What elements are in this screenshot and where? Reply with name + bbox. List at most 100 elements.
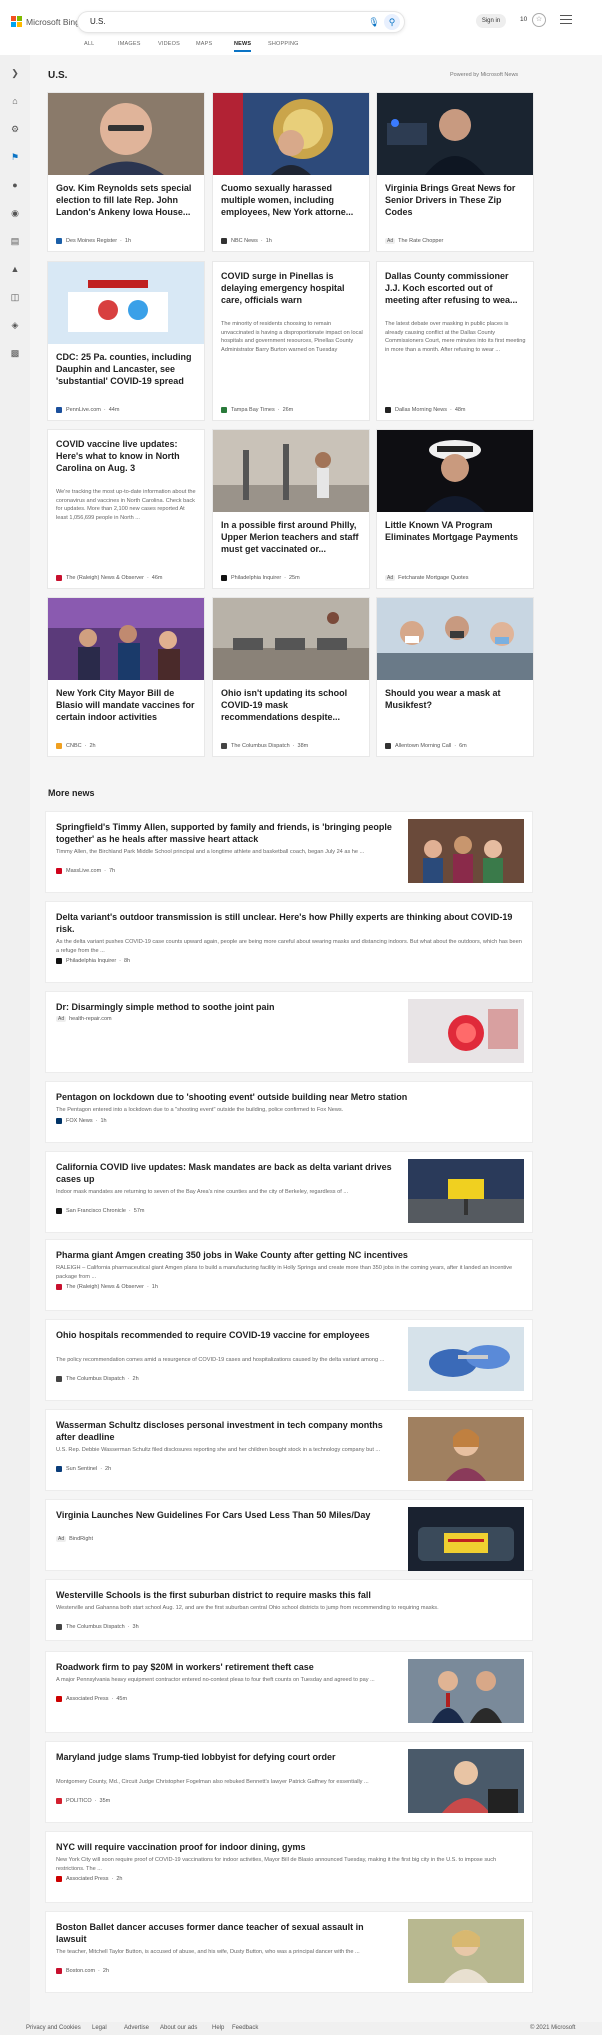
science-icon[interactable]: ▲ — [9, 263, 21, 275]
card-title[interactable]: Gov. Kim Reynolds sets special election … — [56, 182, 196, 218]
footer-link[interactable]: Feedback — [232, 2025, 258, 2031]
news-card[interactable]: COVID vaccine live updates: Here's what … — [48, 430, 204, 588]
news-title[interactable]: Pharma giant Amgen creating 350 jobs in … — [56, 1249, 522, 1261]
news-title[interactable]: Dr: Disarmingly simple method to soothe … — [56, 1001, 396, 1013]
source-name[interactable]: health-repair.com — [69, 1016, 112, 1022]
news-list-item[interactable]: Dr: Disarmingly simple method to soothe … — [46, 992, 532, 1072]
source-name[interactable]: The Columbus Dispatch — [66, 1624, 125, 1630]
footer-link[interactable]: Advertise — [124, 2025, 149, 2031]
source-name[interactable]: Fetcharate Mortgage Quotes — [398, 575, 468, 581]
news-list-item[interactable]: Roadwork firm to pay $20M in workers' re… — [46, 1652, 532, 1732]
source-name[interactable]: Allentown Morning Call — [395, 743, 451, 749]
footer-link[interactable]: Legal — [92, 2025, 107, 2031]
source-name[interactable]: Sun Sentinel — [66, 1466, 97, 1472]
news-title[interactable]: Wasserman Schultz discloses personal inv… — [56, 1419, 396, 1443]
card-title[interactable]: Little Known VA Program Eliminates Mortg… — [385, 519, 525, 543]
news-title[interactable]: Springfield's Timmy Allen, supported by … — [56, 821, 396, 845]
news-list-item[interactable]: Springfield's Timmy Allen, supported by … — [46, 812, 532, 892]
source-name[interactable]: Philadelphia Inquirer — [231, 575, 281, 581]
news-thumbnail[interactable] — [408, 999, 524, 1063]
news-list-item[interactable]: Westerville Schools is the first suburba… — [46, 1580, 532, 1640]
news-list-item[interactable]: Virginia Launches New Guidelines For Car… — [46, 1500, 532, 1571]
source-name[interactable]: Associated Press — [66, 1696, 109, 1702]
news-thumbnail[interactable] — [408, 1507, 524, 1571]
news-list-item[interactable]: Ohio hospitals recommended to require CO… — [46, 1320, 532, 1400]
source-name[interactable]: The (Raleigh) News & Observer — [66, 1284, 144, 1290]
source-name[interactable]: The (Raleigh) News & Observer — [66, 575, 144, 581]
news-list-item[interactable]: Pentagon on lockdown due to 'shooting ev… — [46, 1082, 532, 1142]
source-name[interactable]: Philadelphia Inquirer — [66, 958, 116, 964]
tools-icon[interactable]: ⚙ — [9, 123, 21, 135]
news-card[interactable]: Little Known VA Program Eliminates Mortg… — [377, 430, 533, 588]
news-card[interactable]: COVID surge in Pinellas is delaying emer… — [213, 262, 369, 420]
news-thumbnail[interactable] — [408, 1159, 524, 1223]
source-name[interactable]: CNBC — [66, 743, 82, 749]
news-title[interactable]: Delta variant's outdoor transmission is … — [56, 911, 522, 935]
source-name[interactable]: The Columbus Dispatch — [66, 1376, 125, 1382]
news-card[interactable]: New York City Mayor Bill de Blasio will … — [48, 598, 204, 756]
footer-link[interactable]: Privacy and Cookies — [26, 2025, 81, 2031]
news-title[interactable]: Virginia Launches New Guidelines For Car… — [56, 1509, 396, 1521]
news-list-item[interactable]: NYC will require vaccination proof for i… — [46, 1832, 532, 1902]
card-title[interactable]: COVID vaccine live updates: Here's what … — [56, 438, 196, 474]
business-icon[interactable]: ▤ — [9, 235, 21, 247]
news-title[interactable]: Maryland judge slams Trump-tied lobbyist… — [56, 1751, 396, 1763]
search-input[interactable]: U.S. — [90, 17, 106, 26]
source-name[interactable]: Des Moines Register — [66, 238, 117, 244]
news-card[interactable]: Cuomo sexually harassed multiple women, … — [213, 93, 369, 251]
tab-news[interactable]: NEWS — [234, 41, 252, 52]
source-name[interactable]: Boston.com — [66, 1968, 95, 1974]
card-title[interactable]: Ohio isn't updating its school COVID-19 … — [221, 687, 361, 723]
home-icon[interactable]: ⌂ — [9, 95, 21, 107]
news-thumbnail[interactable] — [408, 1327, 524, 1391]
tab-all[interactable]: ALL — [84, 41, 94, 50]
news-list-item[interactable]: Maryland judge slams Trump-tied lobbyist… — [46, 1742, 532, 1822]
news-thumbnail[interactable] — [408, 1659, 524, 1723]
source-name[interactable]: The Columbus Dispatch — [231, 743, 290, 749]
news-title[interactable]: Ohio hospitals recommended to require CO… — [56, 1329, 396, 1341]
news-thumbnail[interactable] — [408, 1417, 524, 1481]
news-title[interactable]: Pentagon on lockdown due to 'shooting ev… — [56, 1091, 522, 1103]
source-name[interactable]: NBC News — [231, 238, 258, 244]
news-card[interactable]: CDC: 25 Pa. counties, including Dauphin … — [48, 262, 204, 420]
card-title[interactable]: In a possible first around Philly, Upper… — [221, 519, 361, 555]
news-list-item[interactable]: California COVID live updates: Mask mand… — [46, 1152, 532, 1232]
source-name[interactable]: Tampa Bay Times — [231, 407, 275, 413]
source-name[interactable]: Dallas Morning News — [395, 407, 447, 413]
card-title[interactable]: COVID surge in Pinellas is delaying emer… — [221, 270, 361, 306]
news-card[interactable]: Should you wear a mask at Musikfest? Alle… — [377, 598, 533, 756]
news-card[interactable]: Gov. Kim Reynolds sets special election … — [48, 93, 204, 251]
news-title[interactable]: NYC will require vaccination proof for i… — [56, 1841, 522, 1853]
rewards-trophy-icon[interactable]: ☆ — [532, 13, 546, 27]
news-thumbnail[interactable] — [408, 1749, 524, 1813]
expand-chevron-icon[interactable]: ❯ — [9, 67, 21, 79]
location-pin-icon[interactable]: ● — [9, 179, 21, 191]
search-icon[interactable]: ⚲ — [384, 14, 400, 30]
source-name[interactable]: FOX News — [66, 1118, 93, 1124]
sign-in-button[interactable]: Sign in — [476, 14, 506, 28]
search-box[interactable]: U.S. 🎙 ⚲ — [78, 12, 404, 32]
news-card[interactable]: Dallas County commissioner J.J. Koch esc… — [377, 262, 533, 420]
news-list-item[interactable]: Boston Ballet dancer accuses former danc… — [46, 1912, 532, 1992]
news-list-item[interactable]: Pharma giant Amgen creating 350 jobs in … — [46, 1240, 532, 1310]
news-card[interactable]: In a possible first around Philly, Upper… — [213, 430, 369, 588]
card-title[interactable]: Virginia Brings Great News for Senior Dr… — [385, 182, 525, 218]
source-name[interactable]: San Francisco Chronicle — [66, 1208, 126, 1214]
source-name[interactable]: POLITICO — [66, 1798, 92, 1804]
bing-logo[interactable]: Microsoft Bing — [11, 16, 80, 27]
card-title[interactable]: Cuomo sexually harassed multiple women, … — [221, 182, 361, 218]
card-title[interactable]: New York City Mayor Bill de Blasio will … — [56, 687, 196, 723]
card-title[interactable]: CDC: 25 Pa. counties, including Dauphin … — [56, 351, 196, 387]
sports-icon[interactable]: ◈ — [9, 319, 21, 331]
money-icon[interactable]: ▩ — [9, 347, 21, 359]
source-name[interactable]: MassLive.com — [66, 868, 101, 874]
tab-maps[interactable]: MAPS — [196, 41, 212, 50]
news-thumbnail[interactable] — [408, 819, 524, 883]
news-title[interactable]: Boston Ballet dancer accuses former danc… — [56, 1921, 396, 1945]
source-name[interactable]: The Rate Chopper — [398, 238, 443, 244]
source-name[interactable]: PennLive.com — [66, 407, 101, 413]
news-title[interactable]: California COVID live updates: Mask mand… — [56, 1161, 396, 1185]
news-card[interactable]: Virginia Brings Great News for Senior Dr… — [377, 93, 533, 251]
news-title[interactable]: Roadwork firm to pay $20M in workers' re… — [56, 1661, 396, 1673]
globe-icon[interactable]: ◉ — [9, 207, 21, 219]
